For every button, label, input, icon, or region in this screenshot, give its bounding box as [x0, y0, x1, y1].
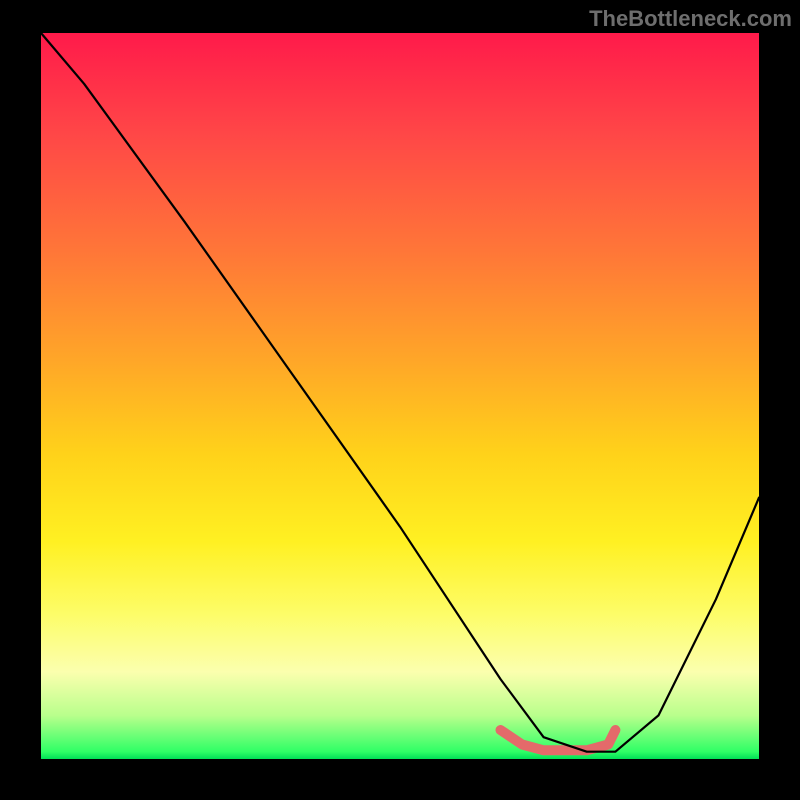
watermark-text: TheBottleneck.com	[589, 6, 792, 32]
chart-root: TheBottleneck.com	[0, 0, 800, 800]
plot-background-gradient	[41, 33, 759, 759]
